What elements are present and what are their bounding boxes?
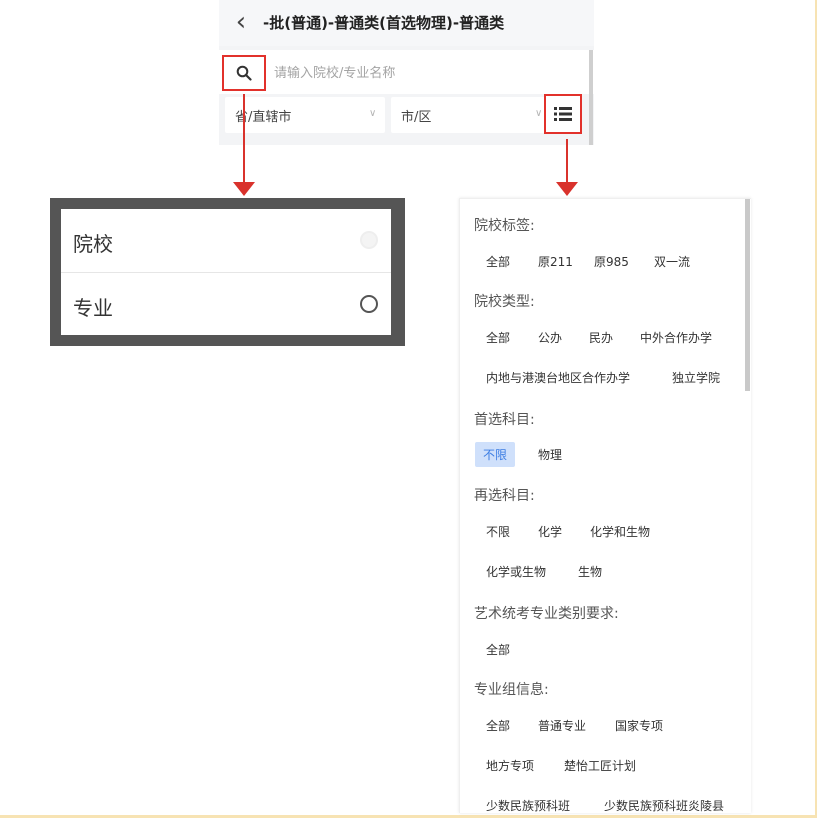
page-title: -批(普通)-普通类(首选物理)-普通类	[263, 14, 505, 32]
chip-first-physics[interactable]: 物理	[530, 442, 570, 467]
search-bar	[219, 50, 594, 94]
chip-tag-double-first[interactable]: 双一流	[646, 249, 698, 274]
search-mode-panel: 院校 专业	[50, 198, 405, 346]
search-mode-list: 院校 专业	[61, 209, 391, 335]
app-header-region: ‹ -批(普通)-普通类(首选物理)-普通类 省/直辖市 ∨ 市/区 ∨	[219, 0, 594, 145]
chevron-down-icon: ∨	[369, 108, 377, 119]
filter-list-button[interactable]	[544, 94, 582, 134]
section-title-first-subject: 首选科目:	[474, 412, 535, 428]
search-icon	[236, 65, 252, 81]
chip-type-sino-foreign[interactable]: 中外合作办学	[632, 325, 720, 350]
chip-type-public[interactable]: 公办	[530, 325, 570, 350]
section-title-art-exam: 艺术统考专业类别要求:	[474, 606, 619, 622]
chevron-down-icon: ∨	[535, 108, 543, 119]
section-title-major-group: 专业组信息:	[474, 682, 549, 698]
option-major[interactable]: 专业	[61, 273, 391, 336]
chip-tag-985[interactable]: 原985	[586, 249, 637, 274]
filter-panel-scrollbar[interactable]	[745, 199, 750, 391]
arrow-head-right	[556, 182, 578, 196]
chip-art-all[interactable]: 全部	[478, 637, 518, 662]
chip-type-hk-macau-tw[interactable]: 内地与港澳台地区合作办学	[478, 365, 638, 390]
chip-group-chuyi[interactable]: 楚怡工匠计划	[556, 753, 644, 778]
scrollbar[interactable]	[589, 50, 593, 145]
arrow-to-filter-panel	[566, 139, 568, 184]
section-title-school-type: 院校类型:	[474, 294, 535, 310]
chip-group-minority[interactable]: 少数民族预科班	[478, 793, 578, 813]
filter-panel: 院校标签: 全部 原211 原985 双一流 院校类型: 全部 公办 民办 中外…	[459, 198, 751, 813]
chip-second-chemistry[interactable]: 化学	[530, 519, 570, 544]
chip-type-independent[interactable]: 独立学院	[664, 365, 728, 390]
arrow-to-mode-panel	[243, 94, 245, 184]
chip-tag-all[interactable]: 全部	[478, 249, 518, 274]
chip-group-local[interactable]: 地方专项	[478, 753, 542, 778]
chevron-left-icon[interactable]: ‹	[229, 8, 253, 36]
search-input[interactable]	[274, 62, 574, 84]
province-select[interactable]: 省/直辖市 ∨	[225, 97, 385, 133]
option-school[interactable]: 院校	[61, 209, 391, 272]
chip-type-all[interactable]: 全部	[478, 325, 518, 350]
section-title-second-subject: 再选科目:	[474, 488, 535, 504]
chip-group-minority-yanling[interactable]: 少数民族预科班炎陵县	[596, 793, 732, 813]
chip-first-unlimited[interactable]: 不限	[475, 442, 516, 467]
option-school-label: 院校	[73, 232, 113, 256]
chip-second-chem-and-bio[interactable]: 化学和生物	[582, 519, 658, 544]
chip-group-national[interactable]: 国家专项	[607, 713, 671, 738]
option-major-label: 专业	[73, 296, 113, 320]
chip-second-unlimited[interactable]: 不限	[478, 519, 518, 544]
filter-row: 省/直辖市 ∨ 市/区 ∨	[219, 94, 589, 138]
chip-tag-211[interactable]: 原211	[530, 249, 581, 274]
radio-major[interactable]	[360, 295, 378, 313]
chip-second-chem-or-bio[interactable]: 化学或生物	[478, 559, 554, 584]
section-title-school-tag: 院校标签:	[474, 218, 535, 234]
city-select[interactable]: 市/区 ∨	[391, 97, 551, 133]
radio-school[interactable]	[360, 231, 378, 249]
chip-second-biology[interactable]: 生物	[570, 559, 610, 584]
search-mode-button[interactable]	[222, 55, 266, 91]
chip-type-private[interactable]: 民办	[581, 325, 621, 350]
arrow-head-left	[233, 182, 255, 196]
chip-group-all[interactable]: 全部	[478, 713, 518, 738]
city-select-label: 市/区	[401, 110, 432, 125]
list-icon	[554, 107, 572, 121]
chip-group-regular[interactable]: 普通专业	[530, 713, 594, 738]
title-bar: ‹ -批(普通)-普通类(首选物理)-普通类	[219, 0, 594, 46]
